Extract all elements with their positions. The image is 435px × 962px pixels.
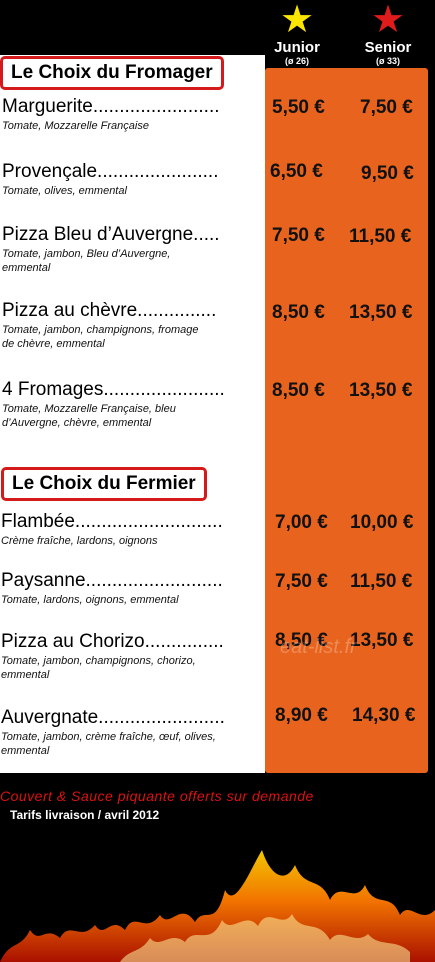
red-star-icon: ★: [370, 0, 406, 41]
item-description: Tomate, jambon, champignons, fromage de …: [2, 324, 199, 350]
menu-item: Pizza au chèvre............... Tomate, j…: [2, 300, 260, 351]
junior-price: 6,50 €: [270, 161, 323, 182]
menu-item: Paysanne.......................... Tomat…: [1, 570, 259, 607]
item-name: 4 Fromages.......................: [2, 379, 225, 400]
item-description: Tomate, Mozzarelle Française, bleu d’Auv…: [2, 403, 176, 429]
section-title-fromager: Le Choix du Fromager: [0, 56, 224, 90]
item-description: Tomate, Mozzarelle Française: [2, 120, 149, 132]
junior-price: 7,50 €: [272, 225, 325, 246]
menu-item: 4 Fromages....................... Tomate…: [2, 379, 260, 430]
senior-price: 11,50 €: [349, 226, 412, 247]
item-name: Pizza au chèvre...............: [2, 300, 217, 321]
item-name: Auvergnate........................: [1, 707, 225, 728]
senior-price: 11,50 €: [350, 571, 413, 592]
senior-header: ★ Senior (ø 33): [353, 0, 423, 67]
item-description: Tomate, olives, emmental: [2, 185, 127, 197]
junior-size: (ø 26): [284, 56, 309, 66]
item-name: Marguerite........................: [2, 96, 220, 117]
junior-header: ★ Junior (ø 26): [262, 0, 332, 67]
menu-item: Pizza Bleu d’Auvergne..... Tomate, jambo…: [2, 224, 260, 275]
senior-price: 9,50 €: [361, 163, 414, 184]
junior-price: 5,50 €: [272, 97, 325, 118]
item-description: Tomate, jambon, Bleu d’Auvergne, emmenta…: [2, 248, 171, 274]
flames-illustration: [0, 850, 435, 962]
senior-label: Senior: [364, 39, 412, 56]
junior-price: 7,50 €: [275, 571, 328, 592]
section-title-fermier: Le Choix du Fermier: [1, 467, 207, 501]
menu-item: Marguerite........................ Tomat…: [2, 96, 260, 133]
item-name: Paysanne..........................: [1, 570, 223, 591]
menu-page: ★ Junior (ø 26) ★ Senior (ø 33) Le Choix…: [0, 0, 435, 962]
item-description: Tomate, jambon, champignons, chorizo, em…: [1, 655, 196, 681]
item-name: Pizza Bleu d’Auvergne.....: [2, 224, 220, 245]
senior-price: 13,50 €: [349, 302, 413, 323]
item-description: Tomate, lardons, oignons, emmental: [1, 594, 179, 606]
senior-price: 14,30 €: [352, 705, 416, 726]
menu-item: Flambée............................ Crèm…: [1, 511, 259, 548]
senior-size: (ø 33): [375, 56, 400, 66]
junior-price: 7,00 €: [275, 512, 328, 533]
watermark: eat-list.fr: [280, 636, 357, 658]
item-name: Pizza au Chorizo...............: [1, 631, 224, 652]
junior-label: Junior: [274, 39, 320, 56]
menu-item: Auvergnate........................ Tomat…: [1, 707, 259, 758]
junior-price: 8,50 €: [272, 302, 325, 323]
tarifs-note: Tarifs livraison / avril 2012: [10, 808, 160, 822]
item-description: Crème fraîche, lardons, oignons: [1, 535, 158, 547]
junior-price: 8,90 €: [275, 705, 328, 726]
offer-note: Couvert & Sauce piquante offerts sur dem…: [0, 788, 314, 804]
senior-price: 13,50 €: [350, 630, 414, 651]
menu-item: Pizza au Chorizo............... Tomate, …: [1, 631, 259, 682]
yellow-star-icon: ★: [279, 0, 315, 41]
senior-price: 7,50 €: [360, 97, 413, 118]
senior-price: 13,50 €: [349, 380, 413, 401]
menu-item: Provençale....................... Tomate…: [2, 161, 260, 198]
item-name: Flambée............................: [1, 511, 223, 532]
junior-price: 8,50 €: [272, 380, 325, 401]
senior-price: 10,00 €: [350, 512, 414, 533]
item-name: Provençale.......................: [2, 161, 219, 182]
item-description: Tomate, jambon, crème fraîche, œuf, oliv…: [1, 731, 216, 757]
